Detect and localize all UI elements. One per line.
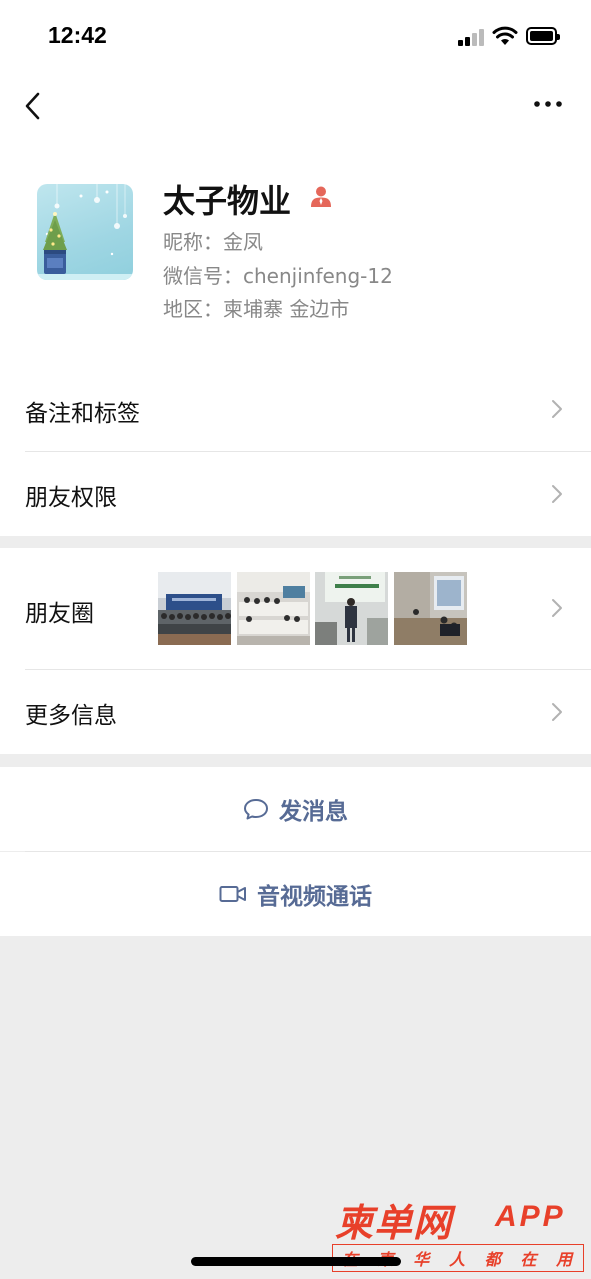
- slogan-char: 在: [520, 1250, 539, 1269]
- more-info-row[interactable]: 更多信息: [0, 670, 591, 754]
- moments-thumbnail: [394, 572, 467, 645]
- wifi-icon: [492, 26, 518, 45]
- watermark-title: 柬单网: [335, 1201, 453, 1245]
- display-name: 太子物业: [163, 182, 292, 220]
- send-message-button[interactable]: 发消息: [0, 767, 591, 851]
- user-role-icon: [311, 186, 331, 207]
- video-camera-icon: [219, 886, 246, 902]
- settings-group: 备注和标签 朋友权限: [0, 367, 591, 536]
- remarks-tags-label: 备注和标签: [25, 401, 140, 427]
- profile-header: 太子物业 昵称：金凤 微信号：chenjinfeng-12 地区：柬埔寨 金边市: [0, 150, 591, 367]
- chevron-right-icon: [552, 703, 562, 721]
- more-info-label: 更多信息: [25, 703, 117, 729]
- cellular-signal-icon: [458, 28, 486, 46]
- nav-bar: [0, 70, 591, 150]
- send-message-label: 发消息: [279, 799, 348, 825]
- slogan-char: 华: [413, 1250, 432, 1269]
- video-call-button[interactable]: 音视频通话: [0, 852, 591, 936]
- home-indicator[interactable]: [191, 1257, 401, 1266]
- status-bar: 12:42: [0, 0, 591, 70]
- watermark-app: APP: [495, 1200, 566, 1233]
- chevron-right-icon: [552, 400, 562, 418]
- moments-thumbnail: [237, 572, 310, 645]
- moments-row[interactable]: 朋友圈: [0, 548, 591, 669]
- moments-label: 朋友圈: [25, 601, 94, 627]
- avatar-image: [37, 184, 133, 280]
- remarks-tags-row[interactable]: 备注和标签: [0, 367, 591, 451]
- status-time: 12:42: [48, 22, 107, 48]
- moments-thumbnail: [315, 572, 388, 645]
- friend-permissions-label: 朋友权限: [25, 485, 117, 511]
- wechat-id: 微信号：chenjinfeng-12: [163, 264, 393, 288]
- region: 地区：柬埔寨 金边市: [163, 297, 350, 321]
- video-call-label: 音视频通话: [257, 884, 372, 910]
- slogan-char: 用: [556, 1250, 575, 1269]
- moments-thumbnail: [158, 572, 231, 645]
- slogan-char: 人: [448, 1250, 467, 1269]
- more-options-icon[interactable]: [532, 96, 564, 112]
- nickname: 昵称：金凤: [163, 230, 263, 254]
- battery-icon: [526, 27, 560, 45]
- friend-permissions-row[interactable]: 朋友权限: [0, 452, 591, 536]
- chat-bubble-icon: [244, 799, 268, 820]
- avatar[interactable]: [37, 184, 133, 280]
- back-icon[interactable]: [22, 90, 46, 122]
- chevron-right-icon: [552, 599, 562, 617]
- slogan-char: 都: [484, 1250, 503, 1269]
- chevron-right-icon: [552, 485, 562, 503]
- info-group: 朋友圈 更多信息: [0, 548, 591, 754]
